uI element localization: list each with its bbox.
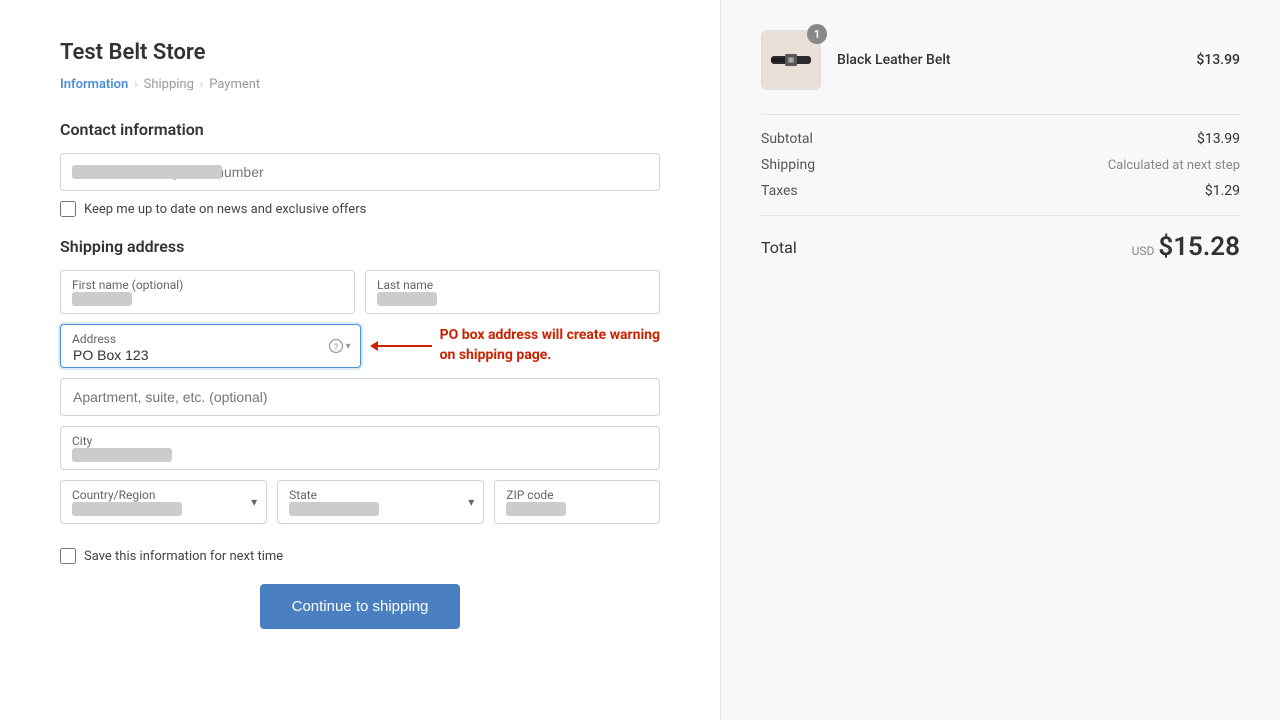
- address-input-wrapper: Address ? ▾: [60, 324, 361, 368]
- email-input-wrapper: [60, 153, 660, 191]
- annotation-text: PO box address will create warning on sh…: [440, 326, 660, 365]
- total-label: Total: [761, 238, 797, 257]
- arrowhead: [370, 341, 378, 351]
- right-panel: 1 Black Leather Belt $13.99 Subtotal $13…: [720, 0, 1280, 720]
- apt-input[interactable]: [60, 378, 660, 416]
- subtotal-label: Subtotal: [761, 131, 813, 147]
- save-info-checkbox[interactable]: [60, 548, 76, 564]
- subtotal-row: Subtotal $13.99: [761, 131, 1240, 147]
- total-currency: USD: [1132, 244, 1155, 258]
- subtotal-value: $13.99: [1197, 131, 1240, 147]
- state-wrapper: California State: [277, 480, 484, 524]
- annotation-arrow: [377, 345, 432, 347]
- city-field-group: City: [60, 426, 660, 470]
- state-redacted: [289, 502, 379, 516]
- item-badge: 1: [807, 24, 827, 44]
- taxes-row: Taxes $1.29: [761, 183, 1240, 199]
- total-amount: $15.28: [1158, 232, 1240, 262]
- city-redacted: [72, 448, 172, 462]
- apt-field-group: [60, 378, 660, 416]
- shipping-label: Shipping: [761, 157, 815, 173]
- product-info: Black Leather Belt: [837, 52, 1180, 68]
- city-input-wrapper: City: [60, 426, 660, 470]
- country-redacted: [72, 502, 182, 516]
- country-wrapper: United States Country/Region: [60, 480, 267, 524]
- zip-redacted: [506, 502, 566, 516]
- total-value-wrapper: USD $15.28: [1132, 232, 1240, 262]
- first-name-redacted: [72, 292, 132, 306]
- address-input[interactable]: [60, 324, 361, 368]
- svg-text:?: ?: [333, 343, 337, 353]
- email-redacted: [72, 165, 222, 179]
- arrow-shaft: [377, 345, 432, 347]
- taxes-label: Taxes: [761, 183, 798, 199]
- continue-button-wrapper: Continue to shipping: [60, 584, 660, 629]
- first-name-wrapper: First name (optional): [60, 270, 355, 314]
- shipping-row: Shipping Calculated at next step: [761, 157, 1240, 173]
- first-name-group: First name (optional): [60, 270, 355, 314]
- chevron-icon: ›: [134, 78, 137, 91]
- newsletter-checkbox[interactable]: [60, 201, 76, 217]
- breadcrumb-payment: Payment: [209, 77, 260, 92]
- shipping-value: Calculated at next step: [1108, 158, 1240, 173]
- address-icon: ? ▾: [328, 338, 351, 354]
- shipping-section-title: Shipping address: [60, 237, 660, 256]
- breadcrumb: Information › Shipping › Payment: [60, 77, 660, 92]
- product-image-wrapper: 1: [761, 30, 821, 90]
- shipping-address-section: Shipping address First name (optional) L…: [60, 237, 660, 629]
- annotation-line1: PO box address will create warning: [440, 326, 660, 346]
- save-info-label[interactable]: Save this information for next time: [84, 549, 283, 564]
- last-name-wrapper: Last name: [365, 270, 660, 314]
- newsletter-label[interactable]: Keep me up to date on news and exclusive…: [84, 202, 366, 217]
- address-annotation-row: Address ? ▾ PO box address will create: [60, 324, 660, 368]
- contact-section-title: Contact information: [60, 120, 660, 139]
- product-price: $13.99: [1196, 52, 1240, 68]
- divider-1: [761, 114, 1240, 115]
- product-name: Black Leather Belt: [837, 52, 1180, 68]
- order-item: 1 Black Leather Belt $13.99: [761, 30, 1240, 90]
- state-group: California State: [277, 480, 484, 524]
- store-title: Test Belt Store: [60, 40, 660, 65]
- region-row: United States Country/Region California …: [60, 480, 660, 534]
- last-name-group: Last name: [365, 270, 660, 314]
- last-name-redacted: [377, 292, 437, 306]
- email-field-group: [60, 153, 660, 191]
- divider-2: [761, 215, 1240, 216]
- chevron-icon-2: ›: [200, 78, 203, 91]
- annotation-line2: on shipping page.: [440, 346, 660, 366]
- breadcrumb-information[interactable]: Information: [60, 77, 128, 92]
- zip-group: ZIP code: [494, 480, 660, 524]
- left-panel: Test Belt Store Information › Shipping ›…: [0, 0, 720, 720]
- continue-to-shipping-button[interactable]: Continue to shipping: [260, 584, 461, 629]
- zip-wrapper: ZIP code: [494, 480, 660, 524]
- save-info-row: Save this information for next time: [60, 548, 660, 564]
- name-row: First name (optional) Last name: [60, 270, 660, 314]
- country-group: United States Country/Region: [60, 480, 267, 524]
- annotation-container: PO box address will create warning on sh…: [377, 326, 660, 365]
- belt-illustration: [767, 42, 815, 78]
- breadcrumb-shipping[interactable]: Shipping: [144, 77, 194, 92]
- taxes-value: $1.29: [1205, 183, 1240, 199]
- newsletter-checkbox-row: Keep me up to date on news and exclusive…: [60, 201, 660, 217]
- total-row: Total USD $15.28: [761, 232, 1240, 262]
